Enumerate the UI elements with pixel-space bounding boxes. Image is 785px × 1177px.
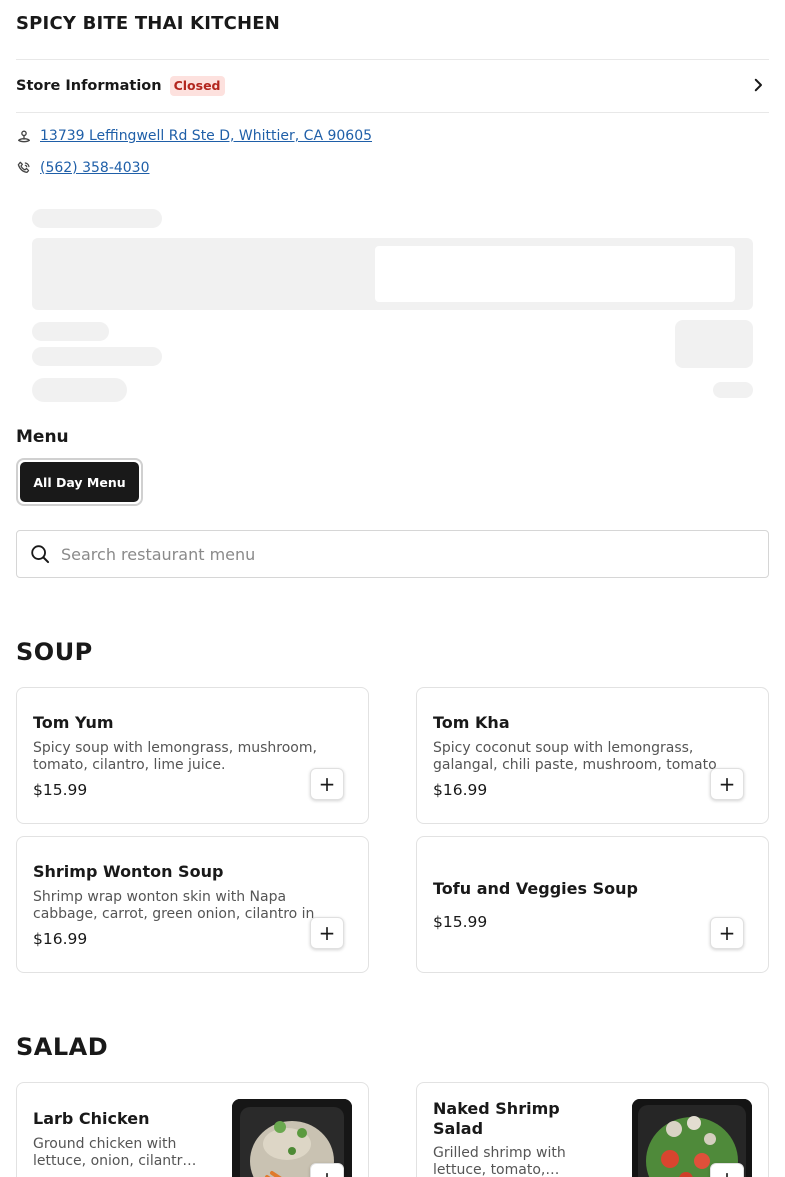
menu-item-card[interactable]: Shrimp Wonton Soup Shrimp wrap wonton sk…: [16, 836, 369, 973]
add-item-button[interactable]: +: [710, 768, 744, 800]
item-description: Spicy soup with lemongrass, mushroom, to…: [33, 740, 317, 773]
add-item-button[interactable]: +: [310, 768, 344, 800]
menu-tab-all-day[interactable]: All Day Menu: [16, 458, 143, 506]
item-name: Naked Shrimp Salad: [433, 1099, 560, 1138]
item-description: Spicy coconut soup with lemongrass, gala…: [433, 740, 717, 773]
search-icon: [31, 545, 50, 564]
add-item-button[interactable]: +: [310, 917, 344, 949]
loading-skeleton-dot: [713, 382, 753, 398]
loading-skeleton-line: [32, 347, 162, 366]
item-name: Tom Yum: [33, 713, 114, 732]
menu-search-box[interactable]: [16, 530, 769, 578]
plus-icon: +: [718, 921, 736, 945]
section-title-salad: SALAD: [16, 1033, 109, 1061]
store-title: SPICY BITE THAI KITCHEN: [16, 13, 281, 34]
loading-skeleton-title: [32, 209, 162, 228]
loading-skeleton-line: [32, 322, 109, 341]
location-pin-icon: [18, 130, 30, 143]
address-row: 13739 Leffingwell Rd Ste D, Whittier, CA…: [16, 128, 372, 144]
status-badge: Closed: [169, 76, 225, 96]
menu-item-card[interactable]: Tom Yum Spicy soup with lemongrass, mush…: [16, 687, 369, 824]
phone-icon: [17, 161, 30, 173]
menu-item-card[interactable]: Tom Kha Spicy coconut soup with lemongra…: [416, 687, 769, 824]
menu-tab-label: All Day Menu: [20, 462, 139, 502]
plus-icon: +: [318, 921, 336, 945]
chevron-right-icon: [754, 78, 762, 92]
plus-icon: +: [719, 1169, 736, 1177]
add-item-button[interactable]: +: [310, 1163, 344, 1177]
item-description: Ground chicken with lettuce, onion, cila…: [33, 1136, 197, 1169]
loading-skeleton-field: [375, 246, 735, 302]
plus-icon: +: [319, 1169, 336, 1177]
add-item-button[interactable]: +: [710, 917, 744, 949]
menu-item-card[interactable]: Larb Chicken Ground chicken with lettuce…: [16, 1082, 369, 1177]
add-item-button[interactable]: +: [710, 1163, 744, 1177]
phone-link[interactable]: (562) 358-4030: [40, 160, 150, 176]
section-title-soup: SOUP: [16, 638, 93, 666]
item-name: Shrimp Wonton Soup: [33, 862, 224, 881]
menu-item-card[interactable]: Naked Shrimp Salad Grilled shrimp with l…: [416, 1082, 769, 1177]
item-price: $15.99: [33, 781, 88, 799]
address-link[interactable]: 13739 Leffingwell Rd Ste D, Whittier, CA…: [40, 128, 372, 144]
item-description: Grilled shrimp with lettuce, tomato,…: [433, 1145, 566, 1177]
item-name: Larb Chicken: [33, 1109, 150, 1128]
phone-row: (562) 358-4030: [16, 160, 150, 176]
menu-heading: Menu: [16, 427, 69, 447]
search-input[interactable]: [61, 544, 741, 564]
item-name: Tofu and Veggies Soup: [433, 879, 638, 898]
menu-item-card[interactable]: Tofu and Veggies Soup $15.99 +: [416, 836, 769, 973]
plus-icon: +: [318, 772, 336, 796]
item-name: Tom Kha: [433, 713, 510, 732]
store-information-row[interactable]: Store Information Closed: [16, 59, 769, 113]
loading-skeleton-line: [32, 378, 127, 402]
item-description: Shrimp wrap wonton skin with Napa cabbag…: [33, 889, 315, 922]
item-price: $15.99: [433, 913, 488, 931]
plus-icon: +: [718, 772, 736, 796]
item-price: $16.99: [33, 930, 88, 948]
loading-skeleton-block: [675, 320, 753, 368]
item-price: $16.99: [433, 781, 488, 799]
store-information-label: Store Information: [16, 78, 162, 94]
